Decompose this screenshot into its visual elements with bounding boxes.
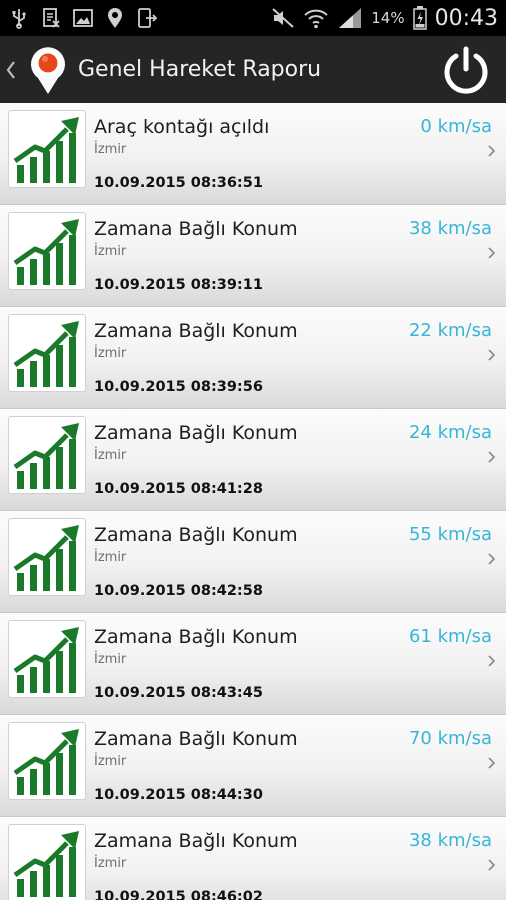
thumbnail <box>8 824 86 900</box>
power-icon <box>444 46 488 94</box>
thumbnail <box>8 212 86 290</box>
mute-icon <box>272 8 294 28</box>
thumbnail <box>8 314 86 392</box>
trend-chart-icon <box>13 423 79 489</box>
event-title: Zamana Bağlı Konum <box>94 830 298 852</box>
chevron-right-icon <box>488 757 496 769</box>
list-item[interactable]: Zamana Bağlı Konum 22 km/sa İzmir 10.09.… <box>0 307 506 409</box>
system-indicators: 14% 00:43 <box>271 6 498 31</box>
list-item[interactable]: Zamana Bağlı Konum 38 km/sa İzmir 10.09.… <box>0 205 506 307</box>
wifi-icon <box>304 9 328 29</box>
timestamp: 10.09.2015 08:46:02 <box>94 889 263 900</box>
timestamp: 10.09.2015 08:39:11 <box>94 277 263 293</box>
timestamp: 10.09.2015 08:36:51 <box>94 175 263 191</box>
status-bar: 14% 00:43 <box>0 0 506 36</box>
speed-value: 61 km/sa <box>408 626 492 647</box>
speed-value: 55 km/sa <box>408 524 492 545</box>
event-title: Zamana Bağlı Konum <box>94 626 298 648</box>
thumbnail <box>8 722 86 800</box>
trend-chart-icon <box>13 627 79 693</box>
city-label: İzmir <box>94 244 127 259</box>
event-title: Zamana Bağlı Konum <box>94 320 298 342</box>
signal-icon <box>339 8 362 28</box>
download-complete-icon <box>43 8 60 28</box>
chevron-right-icon <box>488 247 496 259</box>
timestamp: 10.09.2015 08:39:56 <box>94 379 263 395</box>
speed-value: 0 km/sa <box>420 116 492 137</box>
timestamp: 10.09.2015 08:41:28 <box>94 481 263 497</box>
list-item[interactable]: Zamana Bağlı Konum 61 km/sa İzmir 10.09.… <box>0 613 506 715</box>
action-bar: Genel Hareket Raporu <box>0 36 506 103</box>
event-title: Araç kontağı açıldı <box>94 116 270 138</box>
trend-chart-icon <box>13 525 79 591</box>
speed-value: 38 km/sa <box>408 830 492 851</box>
speed-value: 70 km/sa <box>408 728 492 749</box>
list-item[interactable]: Araç kontağı açıldı 0 km/sa İzmir 10.09.… <box>0 103 506 205</box>
trend-chart-icon <box>13 219 79 285</box>
trend-chart-icon <box>13 729 79 795</box>
city-label: İzmir <box>94 856 127 871</box>
speed-value: 22 km/sa <box>408 320 492 341</box>
share-export-icon <box>138 8 158 28</box>
chevron-right-icon <box>488 349 496 361</box>
chevron-right-icon <box>488 859 496 871</box>
timestamp: 10.09.2015 08:42:58 <box>94 583 263 599</box>
trend-chart-icon <box>13 117 79 183</box>
thumbnail <box>8 110 86 188</box>
app-location-logo-icon[interactable] <box>28 42 68 98</box>
event-title: Zamana Bağlı Konum <box>94 422 298 444</box>
thumbnail <box>8 620 86 698</box>
notification-icons <box>8 7 158 29</box>
back-chevron-icon <box>6 60 15 79</box>
city-label: İzmir <box>94 346 127 361</box>
image-icon <box>73 9 93 27</box>
clock: 00:43 <box>434 5 498 31</box>
city-label: İzmir <box>94 550 127 565</box>
list-item[interactable]: Zamana Bağlı Konum 24 km/sa İzmir 10.09.… <box>0 409 506 511</box>
page-title: Genel Hareket Raporu <box>78 57 322 82</box>
list-item[interactable]: Zamana Bağlı Konum 70 km/sa İzmir 10.09.… <box>0 715 506 817</box>
city-label: İzmir <box>94 142 127 157</box>
chevron-right-icon <box>488 655 496 667</box>
battery-icon <box>412 6 427 30</box>
event-list[interactable]: Araç kontağı açıldı 0 km/sa İzmir 10.09.… <box>0 103 506 900</box>
city-label: İzmir <box>94 448 127 463</box>
list-item[interactable]: Zamana Bağlı Konum 38 km/sa İzmir 10.09.… <box>0 817 506 900</box>
chevron-right-icon <box>488 553 496 565</box>
trend-chart-icon <box>13 321 79 387</box>
event-title: Zamana Bağlı Konum <box>94 524 298 546</box>
list-item[interactable]: Zamana Bağlı Konum 55 km/sa İzmir 10.09.… <box>0 511 506 613</box>
city-label: İzmir <box>94 652 127 667</box>
speed-value: 38 km/sa <box>408 218 492 239</box>
trend-chart-icon <box>13 831 79 897</box>
timestamp: 10.09.2015 08:43:45 <box>94 685 263 701</box>
usb-icon <box>12 9 26 29</box>
thumbnail <box>8 416 86 494</box>
event-title: Zamana Bağlı Konum <box>94 728 298 750</box>
thumbnail <box>8 518 86 596</box>
city-label: İzmir <box>94 754 127 769</box>
location-pin-icon <box>108 8 122 28</box>
event-title: Zamana Bağlı Konum <box>94 218 298 240</box>
power-button[interactable] <box>438 42 494 98</box>
chevron-right-icon <box>488 451 496 463</box>
back-button[interactable] <box>0 36 22 103</box>
chevron-right-icon <box>488 145 496 157</box>
battery-percent: 14% <box>371 9 405 27</box>
speed-value: 24 km/sa <box>408 422 492 443</box>
timestamp: 10.09.2015 08:44:30 <box>94 787 263 803</box>
